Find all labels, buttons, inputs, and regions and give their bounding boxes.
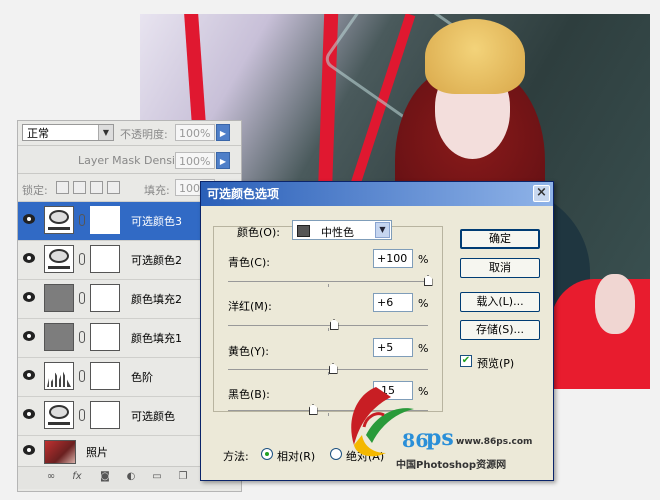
black-label: 黑色(B): bbox=[228, 388, 270, 401]
lock-icons bbox=[56, 180, 124, 194]
color-fill-thumbnail bbox=[44, 284, 74, 312]
yellow-value-input[interactable]: +5 bbox=[373, 338, 413, 357]
colors-label: 颜色(O): bbox=[237, 226, 280, 239]
layer-name: 颜色填充2 bbox=[131, 293, 182, 306]
chevron-down-icon: ▼ bbox=[375, 222, 390, 238]
relative-radio[interactable] bbox=[261, 448, 273, 460]
layer-name: 色阶 bbox=[131, 371, 153, 384]
link-icon[interactable] bbox=[79, 292, 85, 304]
layer-name: 照片 bbox=[86, 446, 108, 459]
dialog-title: 可选颜色选项 bbox=[207, 187, 280, 201]
eye-icon[interactable] bbox=[23, 409, 35, 419]
cyan-label: 青色(C): bbox=[228, 256, 270, 269]
photo-thumbnail bbox=[44, 440, 76, 464]
eye-icon[interactable] bbox=[23, 370, 35, 380]
new-layer-icon[interactable]: ❐ bbox=[176, 471, 190, 483]
method-label: 方法: bbox=[223, 450, 249, 463]
mask-icon[interactable]: ◙ bbox=[98, 471, 112, 483]
dialog-titlebar[interactable]: 可选颜色选项 × bbox=[201, 182, 553, 206]
lock-move-icon[interactable] bbox=[90, 180, 103, 194]
magenta-value-input[interactable]: +6 bbox=[373, 293, 413, 312]
fx-icon[interactable]: fx bbox=[70, 471, 84, 483]
selective-color-icon bbox=[44, 206, 74, 234]
cyan-value-input[interactable]: +100 bbox=[373, 249, 413, 268]
magenta-slider[interactable] bbox=[228, 319, 428, 331]
layer-mask-thumbnail[interactable] bbox=[90, 245, 120, 273]
layer-mask-thumbnail[interactable] bbox=[90, 284, 120, 312]
density-label: Layer Mask Density bbox=[78, 154, 186, 167]
close-icon[interactable]: × bbox=[533, 185, 550, 202]
lock-all-icon[interactable] bbox=[107, 180, 120, 194]
cancel-button[interactable]: 取消 bbox=[460, 258, 540, 278]
load-button[interactable]: 载入(L)... bbox=[460, 292, 540, 312]
layer-name: 可选颜色3 bbox=[131, 215, 182, 228]
fill-label: 填充: bbox=[144, 184, 170, 197]
layer-name: 可选颜色 bbox=[131, 410, 175, 423]
layer-name: 颜色填充1 bbox=[131, 332, 182, 345]
lock-transparent-icon[interactable] bbox=[56, 180, 69, 194]
link-icon[interactable] bbox=[79, 331, 85, 343]
eye-icon[interactable] bbox=[23, 253, 35, 263]
link-icon[interactable]: ∞ bbox=[44, 471, 58, 483]
selective-color-icon bbox=[44, 245, 74, 273]
brand-number: 86 bbox=[402, 430, 429, 452]
link-icon[interactable] bbox=[79, 214, 85, 226]
levels-histogram-icon bbox=[44, 362, 74, 390]
black-unit: % bbox=[418, 385, 429, 398]
yellow-unit: % bbox=[418, 342, 429, 355]
eye-icon[interactable] bbox=[23, 292, 35, 302]
cyan-unit: % bbox=[418, 253, 429, 266]
ok-button[interactable]: 确定 bbox=[460, 229, 540, 249]
selective-color-icon bbox=[44, 401, 74, 429]
blend-mode-select[interactable]: 正常 ▼ bbox=[22, 124, 114, 141]
watermark-tagline: 中国Photoshop资源网 bbox=[396, 460, 507, 471]
group-icon[interactable]: ▭ bbox=[150, 471, 164, 483]
relative-label: 相对(R) bbox=[277, 450, 316, 463]
blend-mode-value: 正常 bbox=[27, 127, 49, 140]
cyan-slider[interactable] bbox=[228, 275, 433, 287]
link-icon[interactable] bbox=[79, 253, 85, 265]
layer-mask-thumbnail[interactable] bbox=[90, 323, 120, 351]
lock-brush-icon[interactable] bbox=[73, 180, 86, 194]
chevron-down-icon: ▼ bbox=[98, 125, 113, 140]
yellow-label: 黄色(Y): bbox=[228, 345, 270, 358]
eye-icon[interactable] bbox=[23, 445, 35, 455]
layer-mask-thumbnail[interactable] bbox=[90, 401, 120, 429]
yellow-slider[interactable] bbox=[228, 363, 428, 375]
magenta-label: 洋红(M): bbox=[228, 300, 272, 313]
save-button[interactable]: 存储(S)... bbox=[460, 320, 540, 340]
color-swatch bbox=[297, 225, 310, 237]
eye-icon[interactable] bbox=[23, 214, 35, 224]
color-fill-thumbnail bbox=[44, 323, 74, 351]
lock-label: 锁定: bbox=[22, 184, 48, 197]
brand-letter: ps bbox=[426, 425, 454, 451]
density-input[interactable]: 100% bbox=[175, 152, 215, 169]
colors-select[interactable]: 中性色 ▼ bbox=[292, 220, 392, 240]
layer-mask-thumbnail[interactable] bbox=[90, 362, 120, 390]
opacity-arrow-button[interactable]: ▶ bbox=[216, 124, 230, 141]
opacity-input[interactable]: 100% bbox=[175, 124, 215, 141]
magenta-unit: % bbox=[418, 297, 429, 310]
link-icon[interactable] bbox=[79, 370, 85, 382]
layer-name: 可选颜色2 bbox=[131, 254, 182, 267]
watermark-url: www.86ps.com bbox=[456, 437, 533, 447]
eye-icon[interactable] bbox=[23, 331, 35, 341]
colors-value: 中性色 bbox=[321, 226, 354, 239]
layer-mask-thumbnail[interactable] bbox=[90, 206, 120, 234]
adjustment-icon[interactable]: ◐ bbox=[124, 471, 138, 483]
preview-checkbox[interactable]: ✔ bbox=[460, 355, 472, 367]
opacity-label: 不透明度: bbox=[120, 128, 168, 141]
density-arrow-button[interactable]: ▶ bbox=[216, 152, 230, 169]
link-icon[interactable] bbox=[79, 409, 85, 421]
preview-label: 预览(P) bbox=[477, 357, 515, 370]
